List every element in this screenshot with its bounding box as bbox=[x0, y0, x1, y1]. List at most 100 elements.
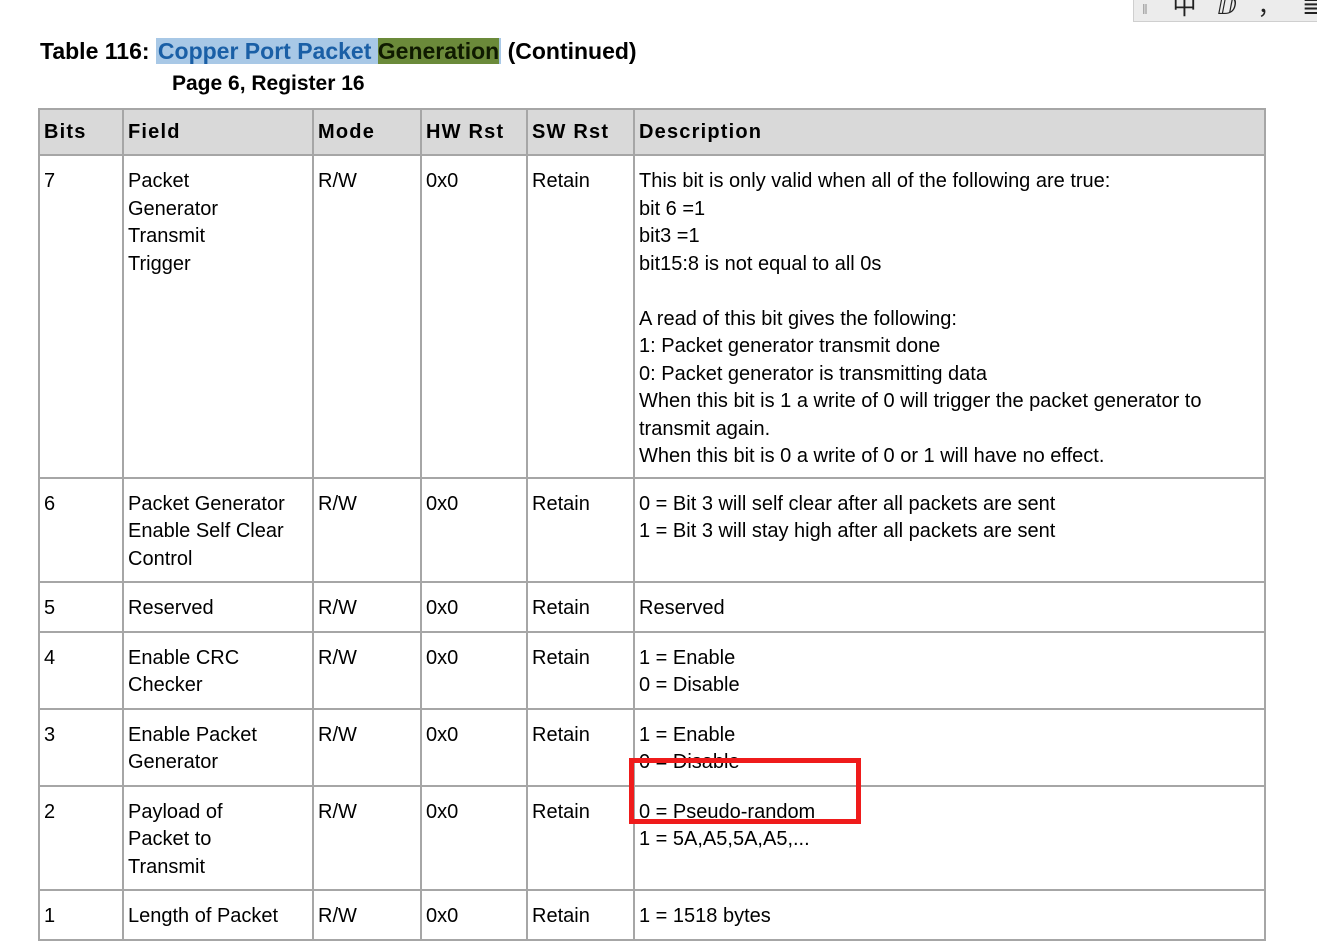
cell-sw-rst: Retain bbox=[526, 707, 635, 787]
header-bits: Bits bbox=[38, 108, 124, 156]
cell-description: Reserved bbox=[633, 581, 1266, 633]
table-row: 7 Packet Generator Transmit Trigger R/W 0x0 Ret… bbox=[38, 154, 1266, 479]
description-line: transmit again. bbox=[639, 417, 771, 440]
table-row: 2 Payload of Packet to Transmit R/W 0x0 Retain… bbox=[38, 784, 1266, 891]
cell-field: Reserved bbox=[122, 581, 314, 633]
description-line: When this bit is 1 a write of 0 will tri… bbox=[639, 390, 1202, 412]
cell-mode: R/W bbox=[312, 784, 422, 891]
table-caption: Table 116: Copper Port Packet Generation… bbox=[40, 38, 637, 65]
description-line: Reserved bbox=[639, 597, 725, 619]
field-line: Enable CRC bbox=[128, 646, 240, 669]
header-hw-rst: HW Rst bbox=[420, 108, 528, 156]
cell-mode: R/W bbox=[312, 707, 422, 787]
cell-field: Payload of Packet to Transmit bbox=[122, 784, 314, 891]
cell-field: Packet Generator Enable Self Clear Control bbox=[122, 476, 314, 583]
table-row: 6 Packet Generator Enable Self Clear Contro… bbox=[38, 476, 1266, 583]
cell-bits: 1 bbox=[38, 889, 124, 941]
table-subtitle: Page 6, Register 16 bbox=[172, 72, 365, 95]
field-line: Control bbox=[128, 547, 193, 570]
cell-bits: 3 bbox=[38, 707, 124, 787]
ime-chinese-mode-icon[interactable]: 中 bbox=[1172, 0, 1196, 19]
cell-sw-rst: Retain bbox=[526, 154, 635, 479]
description-line bbox=[639, 278, 1260, 306]
cell-bits: 4 bbox=[38, 630, 124, 710]
field-line: Trigger bbox=[128, 252, 191, 275]
description-line: bit 6 =1 bbox=[639, 197, 706, 220]
table-row: 3 Enable Packet Generator R/W 0x0 Retain 1 = E… bbox=[38, 707, 1266, 787]
cell-hw-rst: 0x0 bbox=[420, 784, 528, 891]
field-line: Enable Self Clear bbox=[128, 520, 284, 542]
register-table: Bits Field Mode HW Rst SW Rst Descriptio… bbox=[38, 108, 1266, 941]
cell-sw-rst: Retain bbox=[526, 630, 635, 710]
cell-description: 0 = Pseudo-random 1 = 5A,A5,5A,A5,... bbox=[633, 784, 1266, 891]
cell-mode: R/W bbox=[312, 630, 422, 710]
cell-hw-rst: 0x0 bbox=[420, 889, 528, 941]
header-description: Description bbox=[633, 108, 1266, 156]
cell-description: This bit is only valid when all of the f… bbox=[633, 154, 1266, 479]
description-line: 0 = Disable bbox=[639, 674, 740, 696]
description-line: 1 = Enable bbox=[639, 646, 736, 669]
field-line: Generator bbox=[128, 197, 219, 220]
description-line: 1 = Enable bbox=[639, 723, 736, 746]
field-line: Packet bbox=[128, 170, 190, 192]
field-line: Length of Packet bbox=[128, 905, 279, 927]
cell-bits: 5 bbox=[38, 581, 124, 633]
field-line: Enable Packet bbox=[128, 723, 257, 746]
field-line: Checker bbox=[128, 674, 203, 696]
cell-bits: 7 bbox=[38, 154, 124, 479]
description-line: When this bit is 0 a write of 0 or 1 wil… bbox=[639, 445, 1105, 467]
cell-bits: 6 bbox=[38, 476, 124, 583]
cell-description: 1 = Enable 0 = Disable bbox=[633, 630, 1266, 710]
field-line: Transmit bbox=[128, 855, 206, 878]
description-line: bit15:8 is not equal to all 0s bbox=[639, 252, 882, 275]
cell-hw-rst: 0x0 bbox=[420, 707, 528, 787]
description-line: 1 = 5A,A5,5A,A5,... bbox=[639, 828, 810, 850]
cell-hw-rst: 0x0 bbox=[420, 581, 528, 633]
ime-moon-icon[interactable]: ⅅ bbox=[1217, 0, 1237, 19]
selected-text[interactable]: Copper Port Packet Generation bbox=[155, 38, 502, 64]
cell-sw-rst: Retain bbox=[526, 581, 635, 633]
ime-menu-icon[interactable]: ≣ bbox=[1302, 0, 1317, 19]
cell-field: Enable CRC Checker bbox=[122, 630, 314, 710]
cell-bits: 2 bbox=[38, 784, 124, 891]
cell-sw-rst: Retain bbox=[526, 784, 635, 891]
search-highlight: Generation bbox=[377, 38, 500, 64]
ime-punctuation-icon[interactable]: ， bbox=[1257, 0, 1281, 19]
field-line: Reserved bbox=[128, 597, 214, 619]
description-line: 0 = Pseudo-random bbox=[639, 800, 816, 823]
table-row: 4 Enable CRC Checker R/W 0x0 Retain 1 = Enable… bbox=[38, 630, 1266, 710]
description-line: A read of this bit gives the following: bbox=[639, 307, 957, 330]
field-line: Transmit bbox=[128, 225, 206, 247]
table-row: 1 Length of Packet R/W 0x0 Retain 1 = 1518 by… bbox=[38, 889, 1266, 941]
header-field: Field bbox=[122, 108, 314, 156]
field-line: Payload of bbox=[128, 800, 223, 823]
cell-field: Enable Packet Generator bbox=[122, 707, 314, 787]
cell-description: 0 = Bit 3 will self clear after all pack… bbox=[633, 476, 1266, 583]
cell-mode: R/W bbox=[312, 581, 422, 633]
description-line: 0 = Disable bbox=[639, 751, 740, 773]
cell-field: Length of Packet bbox=[122, 889, 314, 941]
cell-hw-rst: 0x0 bbox=[420, 476, 528, 583]
ime-toolbar[interactable]: ‖ 中 ⅅ ， ≣ bbox=[1133, 0, 1317, 22]
description-line: This bit is only valid when all of the f… bbox=[639, 170, 1111, 192]
description-line: 1: Packet generator transmit done bbox=[639, 335, 941, 357]
cell-sw-rst: Retain bbox=[526, 476, 635, 583]
selected-text-part: Copper Port Packet bbox=[157, 38, 378, 64]
field-line: Packet Generator bbox=[128, 492, 285, 515]
caption-suffix: (Continued) bbox=[501, 38, 637, 64]
caption-prefix: Table 116: bbox=[40, 38, 156, 64]
cell-mode: R/W bbox=[312, 889, 422, 941]
description-line: bit3 =1 bbox=[639, 225, 700, 247]
cell-description: 1 = Enable 0 = Disable bbox=[633, 707, 1266, 787]
header-sw-rst: SW Rst bbox=[526, 108, 635, 156]
table-row: 5 Reserved R/W 0x0 Retain Reserved bbox=[38, 581, 1266, 633]
field-line: Generator bbox=[128, 751, 219, 773]
cell-description: 1 = 1518 bytes bbox=[633, 889, 1266, 941]
cell-mode: R/W bbox=[312, 154, 422, 479]
description-line: 1 = 1518 bytes bbox=[639, 905, 771, 927]
description-line: 1 = Bit 3 will stay high after all packe… bbox=[639, 520, 1056, 542]
cell-mode: R/W bbox=[312, 476, 422, 583]
toolbar-grip-icon[interactable]: ‖ bbox=[1142, 2, 1148, 16]
field-line: Packet to bbox=[128, 828, 212, 850]
cell-hw-rst: 0x0 bbox=[420, 630, 528, 710]
